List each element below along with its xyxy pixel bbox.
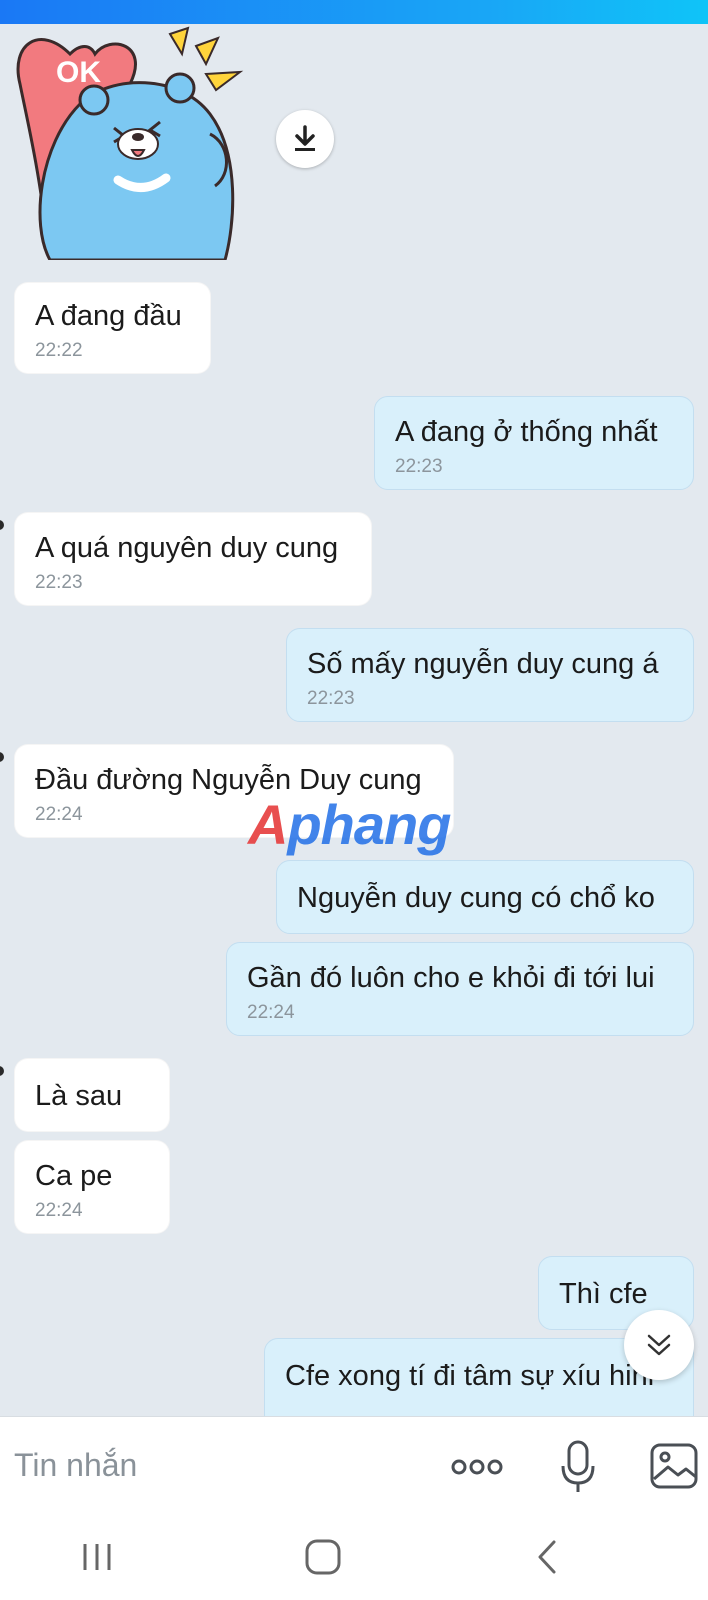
avatar-indicator	[0, 520, 4, 530]
message-input[interactable]: Tin nhắn	[14, 1447, 137, 1484]
message-bubble-incoming[interactable]: A quá nguyên duy cung 22:23	[14, 512, 372, 606]
scroll-down-icon	[647, 1334, 671, 1356]
back-button[interactable]	[532, 1538, 562, 1576]
avatar-indicator	[0, 752, 4, 762]
system-navigation-bar	[0, 1516, 708, 1600]
status-bar	[0, 0, 708, 24]
more-button[interactable]	[450, 1451, 504, 1483]
message-text: Nguyễn duy cung có chổ ko	[297, 882, 655, 914]
avatar-indicator	[0, 1066, 4, 1076]
message-text: Là sau	[35, 1080, 123, 1112]
message-bubble-incoming[interactable]: Là sau	[14, 1058, 170, 1132]
home-icon	[305, 1539, 341, 1575]
message-bubble-outgoing[interactable]: Nguyễn duy cung có chổ ko	[276, 860, 694, 934]
message-composer: Tin nhắn	[0, 1416, 708, 1517]
watermark-logo: Aphang	[248, 792, 451, 857]
message-time: 22:23	[395, 456, 443, 477]
message-text: Thì cfe	[559, 1278, 648, 1310]
image-button[interactable]	[650, 1443, 698, 1489]
message-text: A đang ở thống nhất	[395, 416, 658, 448]
home-button[interactable]	[304, 1538, 342, 1576]
message-text: Cfe xong tí đi tâm sự xíu hihi	[285, 1360, 655, 1392]
sticker-message[interactable]: OK	[10, 24, 260, 262]
image-icon	[650, 1443, 698, 1489]
watermark-first: A	[248, 793, 288, 856]
voice-button[interactable]	[558, 1439, 598, 1495]
message-text: A quá nguyên duy cung	[35, 532, 339, 564]
chat-thread[interactable]: OK A đang đầu 22:22 A đang ở thống nhất …	[0, 24, 708, 1416]
recent-apps-button[interactable]	[80, 1540, 114, 1574]
message-bubble-incoming[interactable]: Ca pe 22:24	[14, 1140, 170, 1234]
message-time: 22:23	[35, 572, 83, 593]
ok-bear-sticker: OK	[16, 26, 244, 262]
message-bubble-outgoing[interactable]: Số mấy nguyễn duy cung á 22:23	[286, 628, 694, 722]
message-bubble-outgoing[interactable]: A đang ở thống nhất 22:23	[374, 396, 694, 490]
watermark-rest: phang	[287, 793, 451, 856]
download-button[interactable]	[276, 110, 334, 168]
message-time: 22:24	[247, 1002, 295, 1023]
message-time: 22:23	[307, 688, 355, 709]
message-text: Ca pe	[35, 1160, 113, 1192]
message-time: 22:22	[35, 340, 83, 361]
recent-apps-icon	[83, 1544, 111, 1570]
message-time: 22:24	[35, 1200, 83, 1221]
message-bubble-incoming[interactable]: A đang đầu 22:22	[14, 282, 211, 374]
microphone-icon	[561, 1440, 595, 1492]
message-bubble-outgoing[interactable]: Gần đó luôn cho e khỏi đi tới lui 22:24	[226, 942, 694, 1036]
sticker-ok-text: OK	[56, 56, 101, 89]
more-icon	[451, 1459, 503, 1475]
message-text: Gần đó luôn cho e khỏi đi tới lui	[247, 962, 655, 994]
message-text: A đang đầu	[35, 300, 182, 332]
download-icon	[295, 125, 315, 151]
back-icon	[538, 1540, 556, 1574]
message-text: Số mấy nguyễn duy cung á	[307, 648, 659, 680]
scroll-to-bottom-button[interactable]	[624, 1310, 694, 1380]
